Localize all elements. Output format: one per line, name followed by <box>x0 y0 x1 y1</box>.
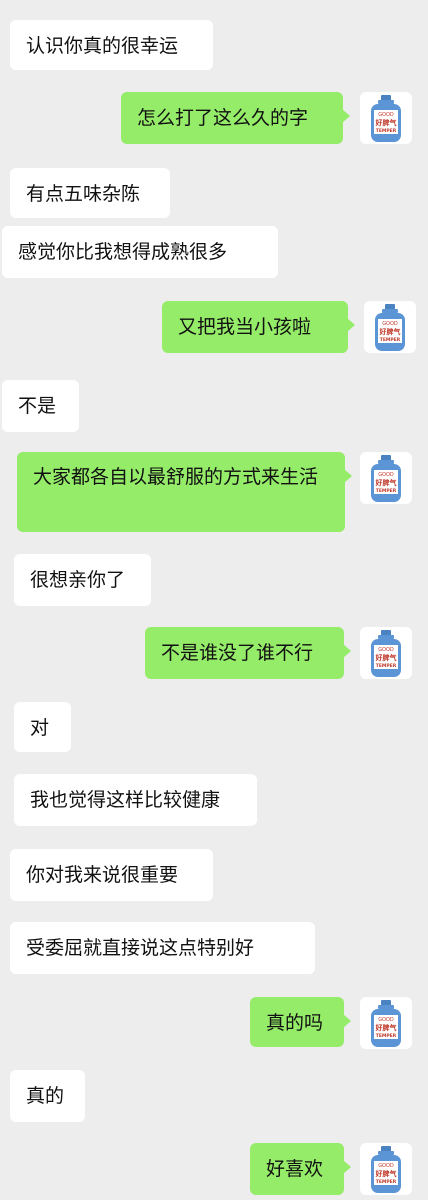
gas-cylinder-icon: GOOD 好脾气 TEMPER <box>371 630 401 677</box>
svg-text:好脾气: 好脾气 <box>375 653 397 662</box>
incoming-bubble[interactable]: 很想亲你了 <box>14 554 151 606</box>
svg-text:TEMPER: TEMPER <box>376 663 397 669</box>
svg-text:TEMPER: TEMPER <box>376 1033 397 1039</box>
outgoing-bubble[interactable]: 大家都各自以最舒服的方式来生活 <box>17 452 352 532</box>
svg-text:GOOD: GOOD <box>378 1017 394 1023</box>
outgoing-bubble[interactable]: 真的吗 <box>250 997 351 1047</box>
svg-text:好脾气: 好脾气 <box>375 478 397 487</box>
svg-text:好脾气: 好脾气 <box>375 1023 397 1032</box>
incoming-bubble[interactable]: 你对我来说很重要 <box>10 849 213 901</box>
svg-text:好脾气: 好脾气 <box>379 327 401 336</box>
incoming-bubble[interactable]: 认识你真的很幸运 <box>10 20 213 70</box>
avatar[interactable]: GOOD 好脾气 TEMPER <box>360 1143 412 1195</box>
svg-text:TEMPER: TEMPER <box>376 1179 397 1185</box>
incoming-bubble[interactable]: 有点五味杂陈 <box>10 168 170 218</box>
chat-area: 认识你真的很幸运 怎么打了这么久的字 GOOD 好脾气 TEMPER 有点五味杂… <box>0 0 428 1200</box>
incoming-bubble[interactable]: 我也觉得这样比较健康 <box>14 774 257 826</box>
incoming-bubble[interactable]: 不是 <box>2 380 79 432</box>
svg-text:好脾气: 好脾气 <box>375 1169 397 1178</box>
incoming-bubble[interactable]: 受委屈就直接说这点特别好 <box>10 922 315 974</box>
gas-cylinder-icon: GOOD 好脾气 TEMPER <box>371 455 401 502</box>
gas-cylinder-icon: GOOD 好脾气 TEMPER <box>371 1000 401 1047</box>
gas-cylinder-icon: GOOD 好脾气 TEMPER <box>371 1146 401 1193</box>
svg-text:GOOD: GOOD <box>382 321 398 327</box>
avatar[interactable]: GOOD 好脾气 TEMPER <box>360 627 412 679</box>
svg-text:GOOD: GOOD <box>378 1163 394 1169</box>
svg-text:TEMPER: TEMPER <box>376 488 397 494</box>
incoming-bubble[interactable]: 对 <box>14 702 71 752</box>
svg-text:TEMPER: TEMPER <box>380 337 401 343</box>
svg-text:TEMPER: TEMPER <box>376 128 397 134</box>
outgoing-bubble[interactable]: 怎么打了这么久的字 <box>121 92 350 144</box>
incoming-bubble[interactable]: 感觉你比我想得成熟很多 <box>2 226 278 278</box>
avatar[interactable]: GOOD 好脾气 TEMPER <box>360 92 412 144</box>
svg-text:GOOD: GOOD <box>378 472 394 478</box>
avatar[interactable]: GOOD 好脾气 TEMPER <box>360 452 412 504</box>
svg-text:GOOD: GOOD <box>378 112 394 118</box>
gas-cylinder-icon: GOOD 好脾气 TEMPER <box>371 95 401 142</box>
incoming-bubble[interactable]: 真的 <box>10 1070 85 1122</box>
svg-text:好脾气: 好脾气 <box>375 118 397 127</box>
outgoing-bubble[interactable]: 又把我当小孩啦 <box>162 301 355 353</box>
outgoing-bubble[interactable]: 不是谁没了谁不行 <box>145 627 351 679</box>
avatar[interactable]: GOOD 好脾气 TEMPER <box>360 997 412 1049</box>
svg-text:GOOD: GOOD <box>378 647 394 653</box>
avatar[interactable]: GOOD 好脾气 TEMPER <box>364 301 416 353</box>
outgoing-bubble[interactable]: 好喜欢 <box>250 1143 351 1195</box>
gas-cylinder-icon: GOOD 好脾气 TEMPER <box>375 304 405 351</box>
